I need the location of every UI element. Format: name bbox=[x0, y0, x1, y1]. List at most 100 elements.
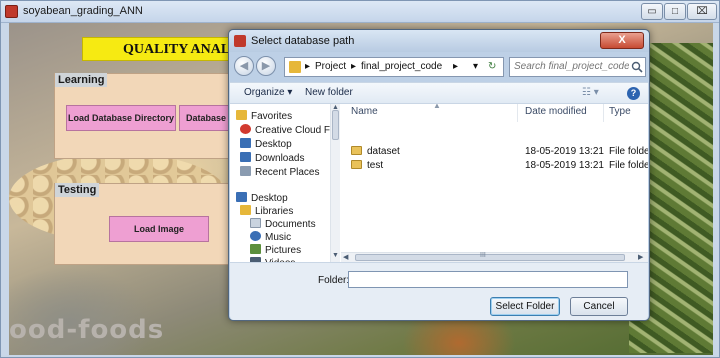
scrollbar-grip: III bbox=[480, 252, 486, 259]
nav-item-label: Downloads bbox=[255, 153, 305, 164]
nav-item-downloads[interactable]: Downloads bbox=[240, 152, 304, 165]
maximize-button[interactable]: □ bbox=[664, 3, 686, 20]
back-button[interactable]: ◀ bbox=[234, 56, 254, 76]
search-icon bbox=[631, 61, 643, 73]
background-watermark: ood-foods bbox=[9, 315, 165, 345]
search-input[interactable] bbox=[514, 61, 629, 72]
nav-item-creative-cloud[interactable]: Creative Cloud Fi bbox=[240, 124, 332, 137]
folder-icon bbox=[351, 146, 362, 155]
file-row[interactable]: test 18-05-2019 13:21 File folder bbox=[341, 160, 648, 174]
folder-input[interactable] bbox=[348, 271, 628, 288]
column-divider[interactable] bbox=[517, 104, 518, 122]
breadcrumb-final-project-code[interactable]: final_project_code bbox=[361, 61, 442, 72]
nav-item-label: Documents bbox=[265, 219, 316, 230]
breadcrumb-project[interactable]: Project bbox=[315, 61, 346, 72]
nav-item-recent-places[interactable]: Recent Places bbox=[240, 166, 319, 179]
load-database-directory-button[interactable]: Load Database Directory bbox=[66, 105, 176, 131]
nav-item-label: Favorites bbox=[251, 111, 293, 122]
file-list: Name ▲ Date modified Type dataset 18-05-… bbox=[341, 104, 648, 262]
creative-cloud-icon bbox=[240, 124, 251, 134]
page-title: QUALITY ANALY bbox=[123, 42, 240, 57]
folder-icon bbox=[289, 61, 301, 73]
nav-item-label: Music bbox=[265, 232, 292, 243]
navigation-scrollbar[interactable]: ▲ ▼ bbox=[330, 104, 340, 262]
file-name-text: dataset bbox=[367, 146, 400, 157]
nav-item-music[interactable]: Music bbox=[250, 231, 291, 244]
nav-item-favorites[interactable]: Favorites bbox=[236, 110, 292, 123]
music-icon bbox=[250, 231, 261, 241]
nav-item-label: Libraries bbox=[255, 206, 294, 217]
organize-menu[interactable]: Organize ▾ bbox=[244, 87, 292, 98]
sort-ascending-icon: ▲ bbox=[433, 104, 441, 110]
refresh-icon[interactable]: ↻ bbox=[488, 61, 496, 72]
file-type: File folder bbox=[609, 146, 648, 157]
close-window-button[interactable]: ⌧ bbox=[687, 3, 717, 20]
nav-item-pictures[interactable]: Pictures bbox=[250, 244, 301, 257]
address-bar[interactable]: ▸ Project ▸ final_project_code ▸ ▾ ↻ bbox=[284, 57, 504, 77]
breadcrumb-separator-icon: ▸ bbox=[305, 61, 311, 72]
nav-item-libraries[interactable]: Libraries bbox=[240, 205, 293, 218]
testing-panel: Testing Load Image bbox=[54, 183, 244, 265]
file-row[interactable]: dataset 18-05-2019 13:21 File folder bbox=[341, 146, 648, 160]
scrollbar-thumb[interactable]: III bbox=[355, 252, 625, 261]
documents-icon bbox=[250, 218, 261, 228]
navigation-pane: Favorites Creative Cloud Fi Desktop Down… bbox=[230, 104, 332, 269]
matlab-figure-icon bbox=[234, 35, 246, 47]
nav-item-documents[interactable]: Documents bbox=[250, 218, 316, 231]
help-icon[interactable]: ? bbox=[627, 87, 640, 100]
file-name: test bbox=[351, 160, 383, 171]
dialog-close-button[interactable]: X bbox=[600, 32, 644, 49]
scroll-right-icon[interactable]: ▶ bbox=[638, 253, 643, 261]
column-header-name[interactable]: Name bbox=[351, 106, 378, 117]
desktop-icon bbox=[240, 138, 251, 148]
column-divider[interactable] bbox=[603, 104, 604, 122]
app-titlebar: soyabean_grading_ANN ▭ □ ⌧ bbox=[1, 1, 719, 23]
file-date: 18-05-2019 13:21 bbox=[525, 146, 604, 157]
dialog-title: Select database path bbox=[251, 35, 355, 47]
select-folder-button[interactable]: Select Folder bbox=[490, 297, 560, 316]
dialog-footer: Folder: Select Folder Cancel bbox=[230, 262, 648, 320]
horizontal-scrollbar[interactable]: ◀ III ▶ bbox=[341, 252, 648, 262]
load-image-button[interactable]: Load Image bbox=[109, 216, 209, 242]
app-title: soyabean_grading_ANN bbox=[23, 5, 143, 17]
libraries-icon bbox=[240, 205, 251, 215]
pictures-icon bbox=[250, 244, 261, 254]
scroll-left-icon[interactable]: ◀ bbox=[343, 253, 348, 261]
nav-item-desktop-root[interactable]: Desktop bbox=[236, 192, 288, 205]
recent-places-icon bbox=[240, 166, 251, 176]
column-header-type[interactable]: Type bbox=[609, 106, 631, 117]
file-type: File folder bbox=[609, 160, 648, 171]
nav-item-label: Recent Places bbox=[255, 167, 320, 178]
learning-panel-title: Learning bbox=[55, 73, 108, 87]
nav-item-label: Desktop bbox=[251, 193, 288, 204]
nav-item-label: Desktop bbox=[255, 139, 292, 150]
testing-panel-title: Testing bbox=[55, 183, 100, 197]
file-name-text: test bbox=[367, 160, 384, 171]
desktop-icon bbox=[236, 192, 247, 202]
chevron-down-icon[interactable]: ▾ bbox=[473, 61, 478, 72]
select-folder-dialog: Select database path X ◀ ▶ ▸ Project ▸ f… bbox=[228, 29, 650, 321]
file-date: 18-05-2019 13:21 bbox=[525, 160, 604, 171]
cancel-button[interactable]: Cancel bbox=[570, 297, 628, 316]
app-window: soyabean_grading_ANN ▭ □ ⌧ ood-foods QUA… bbox=[0, 0, 720, 358]
column-header-date-modified[interactable]: Date modified bbox=[525, 106, 587, 117]
folder-label: Folder: bbox=[318, 275, 350, 286]
navigation-bar: ◀ ▶ ▸ Project ▸ final_project_code ▸ ▾ ↻ bbox=[232, 54, 646, 82]
nav-item-label: Creative Cloud Fi bbox=[255, 125, 333, 136]
nav-item-desktop[interactable]: Desktop bbox=[240, 138, 292, 151]
file-name: dataset bbox=[351, 146, 400, 157]
dialog-content: Favorites Creative Cloud Fi Desktop Down… bbox=[230, 104, 648, 269]
scroll-down-icon[interactable]: ▼ bbox=[332, 252, 339, 259]
star-icon bbox=[236, 110, 247, 120]
minimize-button[interactable]: ▭ bbox=[641, 3, 663, 20]
view-options-icon[interactable]: ☷ ▾ bbox=[582, 87, 599, 98]
folder-icon bbox=[351, 160, 362, 169]
scrollbar-thumb[interactable] bbox=[332, 110, 339, 140]
new-folder-button[interactable]: New folder bbox=[305, 87, 353, 98]
downloads-icon bbox=[240, 152, 251, 162]
dialog-titlebar: Select database path X bbox=[229, 30, 649, 52]
breadcrumb-separator-icon: ▸ bbox=[351, 61, 357, 72]
forward-button[interactable]: ▶ bbox=[256, 56, 276, 76]
search-box[interactable] bbox=[509, 57, 646, 77]
nav-item-label: Pictures bbox=[265, 245, 302, 256]
